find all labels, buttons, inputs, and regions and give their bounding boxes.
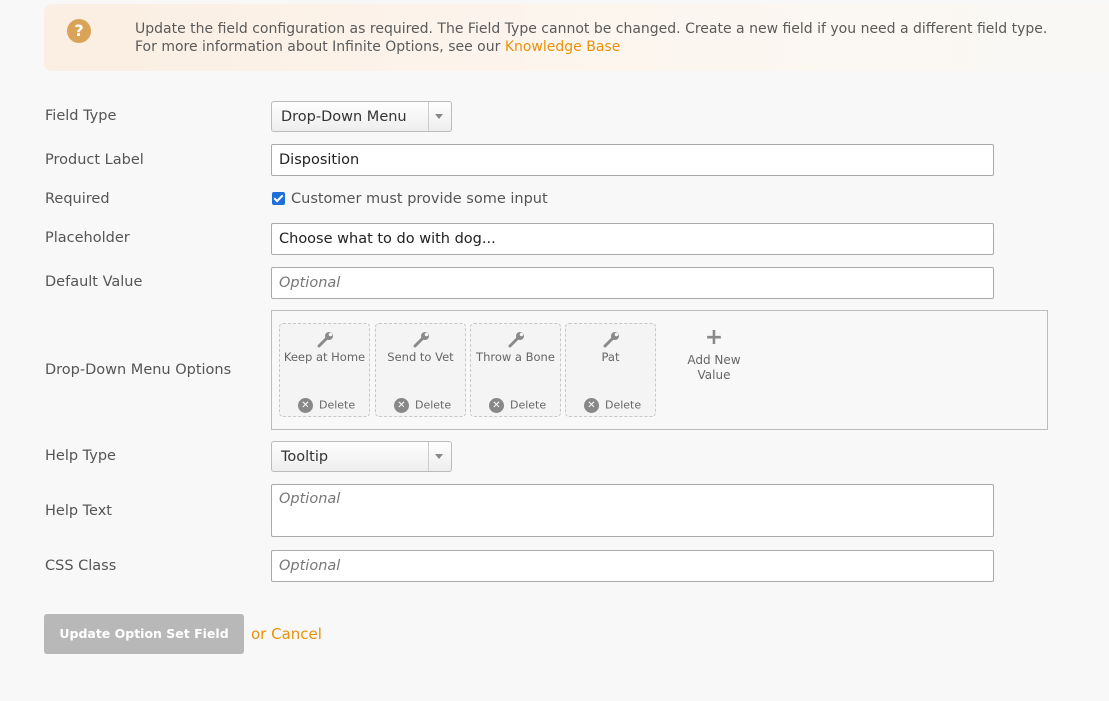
help-text-textarea[interactable]: Optional (271, 484, 994, 537)
add-new-value-button[interactable]: + Add New Value (674, 327, 754, 383)
option-card[interactable]: Pat ✕ Delete (565, 323, 656, 417)
add-new-label-2: Value (697, 368, 731, 382)
placeholder-label: Placeholder (45, 230, 130, 246)
notice-line-2: For more information about Infinite Opti… (135, 38, 1047, 56)
help-type-value: Tooltip (281, 449, 329, 465)
delete-label: Delete (510, 398, 547, 412)
required-checkbox[interactable] (272, 192, 285, 205)
delete-label: Delete (605, 398, 642, 412)
or-cancel: or Cancel (251, 625, 322, 643)
chevron-down-icon (428, 102, 451, 131)
required-checkbox-label[interactable]: Customer must provide some input (291, 191, 548, 207)
css-class-placeholder: Optional (279, 558, 341, 574)
notice-line-1: Update the field configuration as requir… (135, 21, 1048, 37)
close-icon: ✕ (584, 398, 599, 413)
dropdown-options-box: Keep at Home ✕ Delete Send to Vet ✕ Delete… (271, 310, 1048, 430)
product-label-label: Product Label (45, 152, 144, 168)
delete-option-button[interactable]: ✕ Delete (298, 398, 355, 413)
close-icon: ✕ (394, 398, 409, 413)
wrench-icon[interactable] (317, 330, 335, 348)
wrench-icon[interactable] (603, 330, 621, 348)
default-value-input[interactable]: Optional (271, 267, 994, 299)
knowledge-base-link[interactable]: Knowledge Base (505, 39, 621, 55)
default-value-placeholder: Optional (279, 275, 341, 291)
plus-icon: + (704, 325, 724, 350)
delete-label: Delete (319, 398, 356, 412)
placeholder-value: Choose what to do with dog... (279, 231, 496, 247)
update-option-set-field-button[interactable]: Update Option Set Field (44, 614, 244, 654)
delete-label: Delete (415, 398, 452, 412)
option-card[interactable]: Keep at Home ✕ Delete (279, 323, 370, 417)
required-label: Required (45, 191, 110, 207)
css-class-input[interactable]: Optional (271, 550, 994, 582)
delete-option-button[interactable]: ✕ Delete (584, 398, 641, 413)
or-text: or (251, 625, 272, 643)
notice-line-2-text: For more information about Infinite Opti… (135, 39, 505, 55)
question-icon: ? (67, 19, 91, 43)
chevron-down-icon (428, 442, 451, 471)
notice-message: Update the field configuration as requir… (135, 20, 1047, 56)
close-icon: ✕ (298, 398, 313, 413)
wrench-icon[interactable] (508, 330, 526, 348)
help-type-label: Help Type (45, 448, 116, 464)
field-type-label: Field Type (45, 108, 117, 124)
cancel-link[interactable]: Cancel (271, 625, 322, 643)
dropdown-options-label: Drop-Down Menu Options (45, 362, 232, 378)
field-type-value: Drop-Down Menu (281, 109, 407, 125)
help-text-label: Help Text (45, 503, 112, 519)
add-new-label-1: Add New (687, 353, 741, 367)
help-type-select[interactable]: Tooltip (271, 441, 452, 472)
field-type-select[interactable]: Drop-Down Menu (271, 101, 452, 132)
help-text-placeholder: Optional (279, 491, 341, 507)
wrench-icon[interactable] (413, 330, 431, 348)
option-card[interactable]: Throw a Bone ✕ Delete (470, 323, 561, 417)
css-class-label: CSS Class (45, 558, 117, 574)
placeholder-input[interactable]: Choose what to do with dog... (271, 223, 994, 255)
option-label: Send to Vet (387, 350, 454, 364)
product-label-input[interactable]: Disposition (271, 144, 994, 176)
info-notice: ? Update the field configuration as requ… (44, 4, 1109, 71)
option-label: Keep at Home (283, 350, 366, 364)
close-icon: ✕ (489, 398, 504, 413)
option-label: Pat (601, 350, 620, 364)
delete-option-button[interactable]: ✕ Delete (394, 398, 451, 413)
option-card[interactable]: Send to Vet ✕ Delete (375, 323, 466, 417)
delete-option-button[interactable]: ✕ Delete (489, 398, 546, 413)
product-label-value: Disposition (279, 152, 360, 168)
default-value-label: Default Value (45, 274, 143, 290)
option-label: Throw a Bone (476, 350, 555, 364)
